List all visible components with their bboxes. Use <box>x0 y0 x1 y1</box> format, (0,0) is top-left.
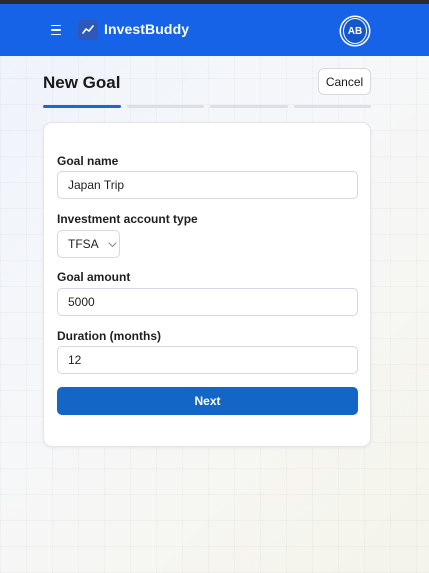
goal-amount-input[interactable] <box>57 288 358 316</box>
account-type-label: Investment account type <box>57 212 198 226</box>
trend-line-icon <box>78 20 98 40</box>
goal-name-input[interactable] <box>57 171 358 199</box>
page-title: New Goal <box>43 73 121 92</box>
goal-name-label: Goal name <box>57 154 119 168</box>
avatar[interactable]: AB <box>341 17 369 45</box>
brand-name[interactable]: InvestBuddy <box>104 21 189 37</box>
avatar-initials: AB <box>343 18 367 44</box>
progress-step-3 <box>210 105 288 108</box>
progress-step-1 <box>43 105 121 108</box>
account-type-value: TFSA <box>68 237 99 251</box>
duration-label: Duration (months) <box>57 329 161 343</box>
goal-amount-label: Goal amount <box>57 270 131 284</box>
progress-step-2 <box>126 105 204 108</box>
step-progress <box>43 105 371 108</box>
cancel-button[interactable]: Cancel <box>318 68 371 95</box>
hamburger-menu-icon[interactable] <box>46 18 66 42</box>
account-type-select[interactable]: TFSA <box>57 230 120 258</box>
progress-step-4 <box>293 105 371 108</box>
app-header: InvestBuddy AB <box>0 4 429 56</box>
duration-input[interactable] <box>57 346 358 374</box>
chevron-down-icon <box>108 237 117 251</box>
next-button[interactable]: Next <box>57 387 358 415</box>
goal-form-card: Goal name Investment account type TFSA G… <box>43 122 371 447</box>
